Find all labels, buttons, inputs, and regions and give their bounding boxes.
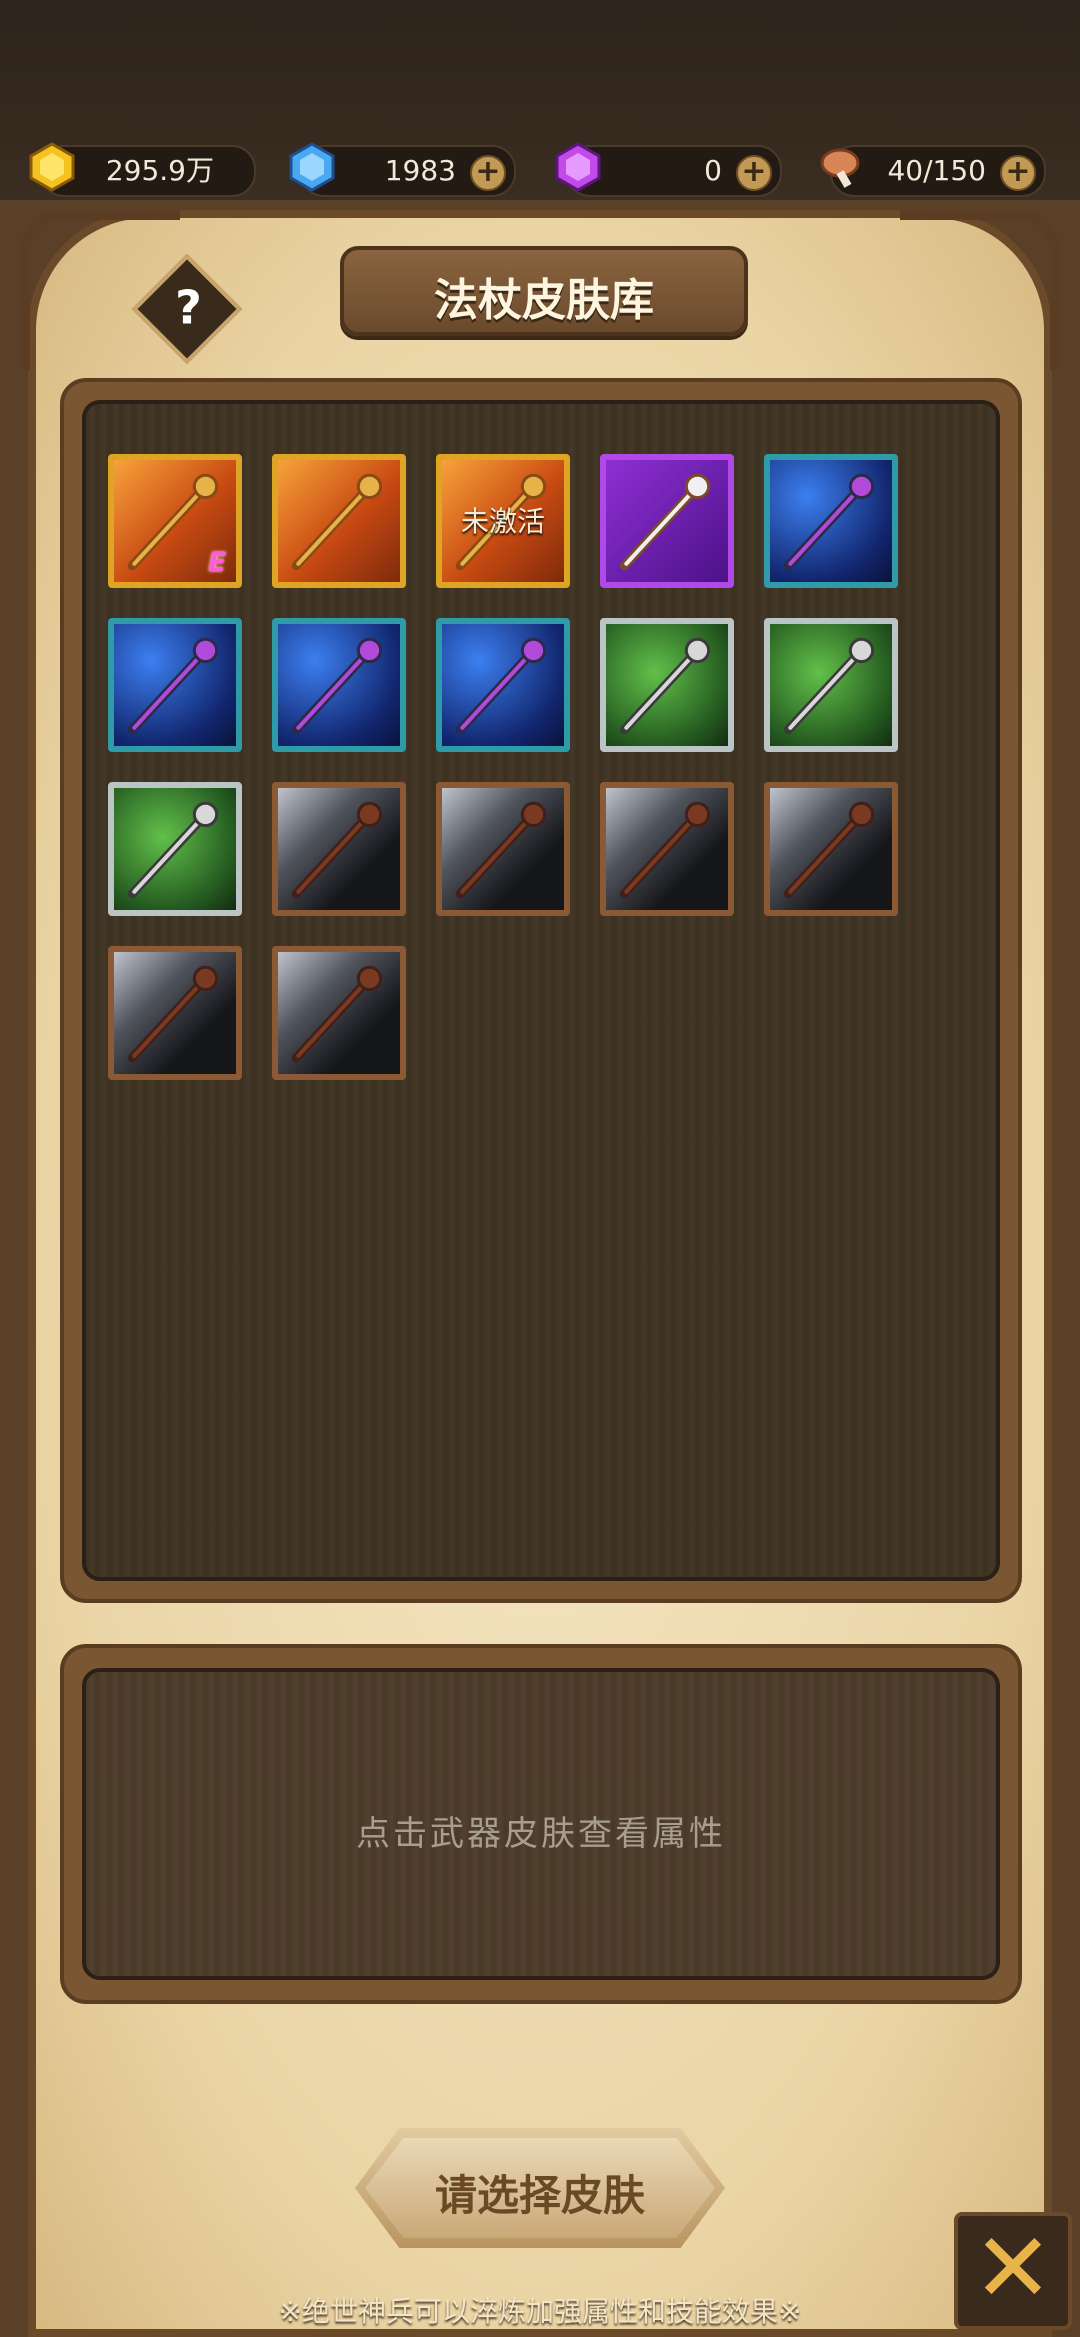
page-title: 法杖皮肤库 [434,275,654,326]
staff-icon [455,637,547,735]
meat-icon [820,148,860,188]
skin-slot[interactable] [108,618,242,752]
skin-grid-panel: E 未激活 [60,378,1022,1603]
diamond-icon [289,142,335,192]
skin-slot[interactable] [600,782,734,916]
crystal-icon [555,142,601,192]
skin-slot[interactable] [272,454,406,588]
staff-icon [619,801,711,899]
stamina-value: 40/150 [887,154,986,187]
skin-slot[interactable] [436,782,570,916]
equipped-badge: E [208,548,226,578]
skin-slot[interactable] [108,946,242,1080]
skin-slot[interactable] [108,782,242,916]
info-hint: 点击武器皮肤查看属性 [356,1814,726,1854]
staff-icon [783,473,875,571]
staff-icon [291,801,383,899]
skin-slot[interactable] [600,454,734,588]
staff-icon [619,637,711,735]
question-icon: ? [175,280,202,335]
skin-slot[interactable] [764,618,898,752]
frame-corner-ornament [900,210,1060,370]
skin-slot[interactable] [272,946,406,1080]
staff-icon [783,637,875,735]
skin-slot[interactable] [272,782,406,916]
diamond-resource: 1983 + [289,142,516,197]
skin-slot[interactable]: E [108,454,242,588]
staff-icon [127,965,219,1063]
select-skin-button[interactable]: 请选择皮肤 [355,2128,725,2248]
gold-resource: 295.9万 [29,142,256,197]
staff-icon [291,965,383,1063]
staff-icon [127,637,219,735]
staff-icon [619,473,711,571]
close-button[interactable]: ✕ [954,2212,1072,2330]
skin-slot[interactable] [272,618,406,752]
staff-icon [291,637,383,735]
skin-slot[interactable] [764,782,898,916]
staff-icon [127,801,219,899]
footer-note: ※绝世神兵可以淬炼加强属性和技能效果※ [278,2295,802,2328]
close-icon: ✕ [972,2212,1054,2324]
crystal-resource: 0 + [555,142,782,197]
skin-slot[interactable] [436,618,570,752]
skin-status-label: 未激活 [460,505,545,538]
staff-icon [783,801,875,899]
crystal-add-button[interactable]: + [736,155,772,191]
gold-value: 295.9万 [105,154,214,187]
gold-icon [29,142,75,192]
title-banner: 法杖皮肤库 [340,246,748,336]
stamina-resource: 40/150 + [820,145,1046,197]
crystal-value: 0 [704,154,722,187]
skin-info-panel: 点击武器皮肤查看属性 [60,1644,1022,2004]
select-skin-label: 请选择皮肤 [434,2171,645,2220]
skin-slot[interactable]: 未激活 [436,454,570,588]
skin-info-area: 点击武器皮肤查看属性 [82,1668,1000,1980]
skin-grid: E 未激活 [82,400,1000,1581]
skin-slot[interactable] [764,454,898,588]
stamina-add-button[interactable]: + [1000,155,1036,191]
staff-icon [455,801,547,899]
diamond-value: 1983 [384,154,456,187]
staff-icon [291,473,383,571]
diamond-add-button[interactable]: + [470,155,506,191]
skin-slot[interactable] [600,618,734,752]
